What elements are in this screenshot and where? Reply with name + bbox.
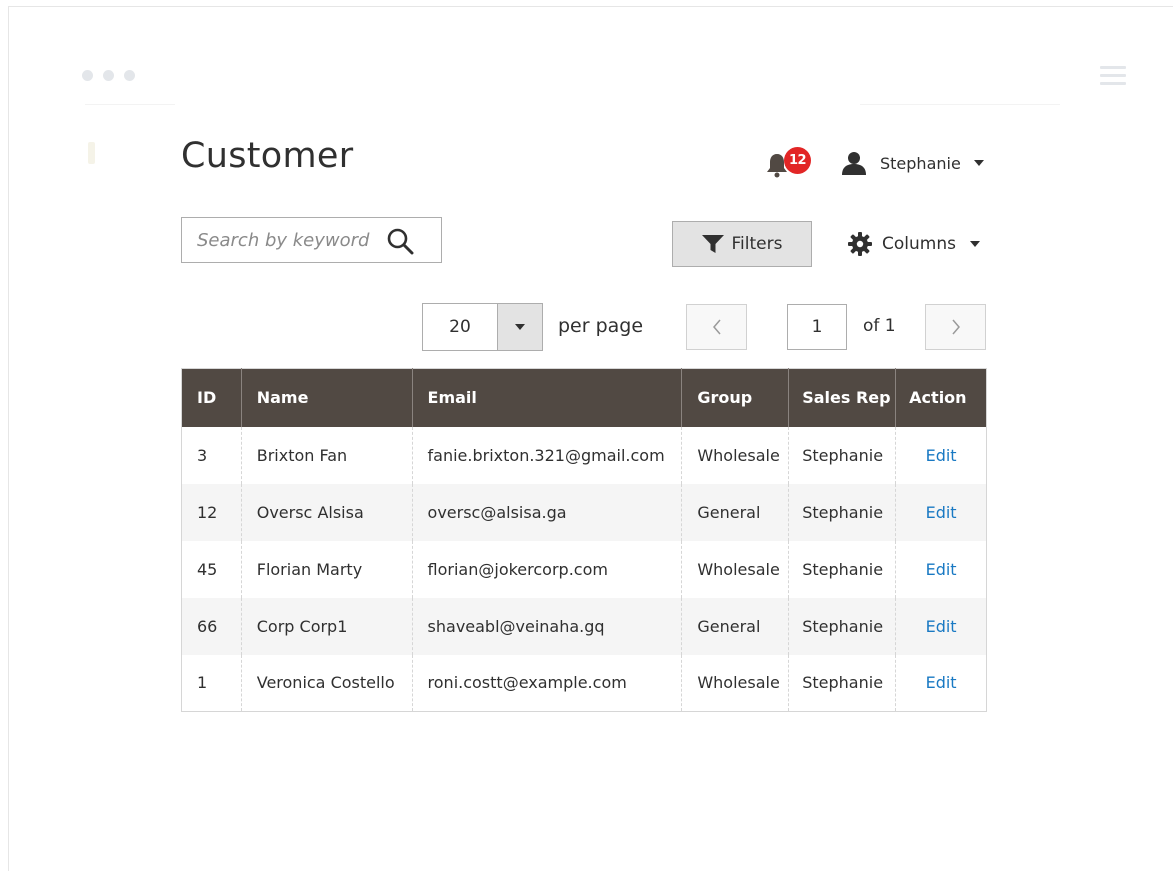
table-row: 66 Corp Corp1 shaveabl@veinaha.gq Genera… <box>181 597 987 655</box>
per-page-label: per page <box>558 315 644 337</box>
cell-group: Wholesale <box>681 654 789 712</box>
page-title: Customer <box>181 136 354 176</box>
cell-sales-rep: Stephanie <box>788 426 896 484</box>
chevron-down-icon <box>515 324 525 330</box>
cell-id: 12 <box>181 483 242 541</box>
cell-email: roni.costt@example.com <box>411 654 682 712</box>
cell-name: Veronica Costello <box>240 654 413 712</box>
per-page-value: 20 <box>423 304 498 350</box>
previous-page-button[interactable] <box>686 304 747 350</box>
columns-dropdown[interactable]: Columns <box>848 231 980 257</box>
chevron-right-icon <box>951 319 960 335</box>
search-icon[interactable] <box>386 227 414 255</box>
window-dot <box>103 70 114 81</box>
cell-group: Wholesale <box>681 540 789 598</box>
cell-email: oversc@alsisa.ga <box>411 483 682 541</box>
user-name: Stephanie <box>880 153 961 173</box>
user-icon <box>842 152 866 175</box>
per-page-toggle[interactable] <box>498 304 542 350</box>
filters-button[interactable]: Filters <box>672 221 812 267</box>
filter-icon <box>701 235 724 253</box>
table-row: 12 Oversc Alsisa oversc@alsisa.ga Genera… <box>181 483 987 541</box>
filters-label: Filters <box>731 234 783 254</box>
divider <box>860 104 1060 105</box>
cell-sales-rep: Stephanie <box>788 654 896 712</box>
cell-name: Corp Corp1 <box>240 597 413 655</box>
cell-id: 3 <box>197 445 208 465</box>
cell-name: Florian Marty <box>240 540 413 598</box>
table-header-row: ID Name Email Group Sales Rep Action <box>181 368 987 427</box>
search-box <box>181 217 442 263</box>
user-menu[interactable]: Stephanie <box>841 150 984 176</box>
table-row: 1 Veronica Costello roni.costt@example.c… <box>182 654 987 712</box>
column-header-id[interactable]: ID <box>181 368 242 427</box>
edit-link[interactable]: Edit <box>895 597 987 655</box>
cell-group: Wholesale <box>681 426 789 484</box>
window-controls <box>82 70 135 81</box>
cell-name: Brixton Fan <box>240 426 413 484</box>
cell-sales-rep: Stephanie <box>788 483 896 541</box>
page-number-input[interactable] <box>787 304 847 350</box>
cell-email: florian@jokercorp.com <box>411 540 682 598</box>
cell-name: Oversc Alsisa <box>240 483 413 541</box>
columns-label: Columns <box>882 234 956 254</box>
column-header-group[interactable]: Group <box>681 368 789 427</box>
edit-link[interactable]: Edit <box>895 540 987 598</box>
column-header-name[interactable]: Name <box>240 368 413 427</box>
cell-id: 45 <box>197 559 218 579</box>
cell-email: shaveabl@veinaha.gq <box>411 597 682 655</box>
cell-sales-rep: Stephanie <box>788 540 896 598</box>
edit-link[interactable]: Edit <box>895 426 987 484</box>
notification-badge[interactable]: 12 <box>784 147 811 174</box>
cell-id: 1 <box>197 673 208 693</box>
divider <box>85 104 175 105</box>
cell-id: 66 <box>181 597 242 655</box>
next-page-button[interactable] <box>925 304 986 350</box>
edit-link[interactable]: Edit <box>895 483 987 541</box>
cell-group: General <box>681 597 789 655</box>
cell-group: General <box>681 483 789 541</box>
chevron-down-icon <box>973 160 984 166</box>
table-row: 45 Florian Marty florian@jokercorp.com W… <box>182 540 987 598</box>
window-dot <box>124 70 135 81</box>
window-dot <box>82 70 93 81</box>
table-row: 3 Brixton Fan fanie.brixton.321@gmail.co… <box>182 426 987 484</box>
chevron-left-icon <box>712 319 721 335</box>
cell-sales-rep: Stephanie <box>788 597 896 655</box>
gear-icon <box>848 232 872 256</box>
sidebar-marker <box>88 142 95 164</box>
search-input[interactable] <box>197 229 392 251</box>
column-header-sales-rep[interactable]: Sales Rep <box>788 368 896 427</box>
chevron-down-icon <box>969 241 980 247</box>
per-page-select[interactable]: 20 <box>422 303 543 351</box>
column-header-email[interactable]: Email <box>411 368 682 427</box>
page-total: of 1 <box>863 316 896 336</box>
customer-table: ID Name Email Group Sales Rep Action 3 B… <box>181 368 987 712</box>
menu-icon[interactable] <box>1100 66 1126 86</box>
edit-link[interactable]: Edit <box>895 654 987 712</box>
cell-email: fanie.brixton.321@gmail.com <box>411 426 682 484</box>
column-header-action: Action <box>895 368 987 427</box>
